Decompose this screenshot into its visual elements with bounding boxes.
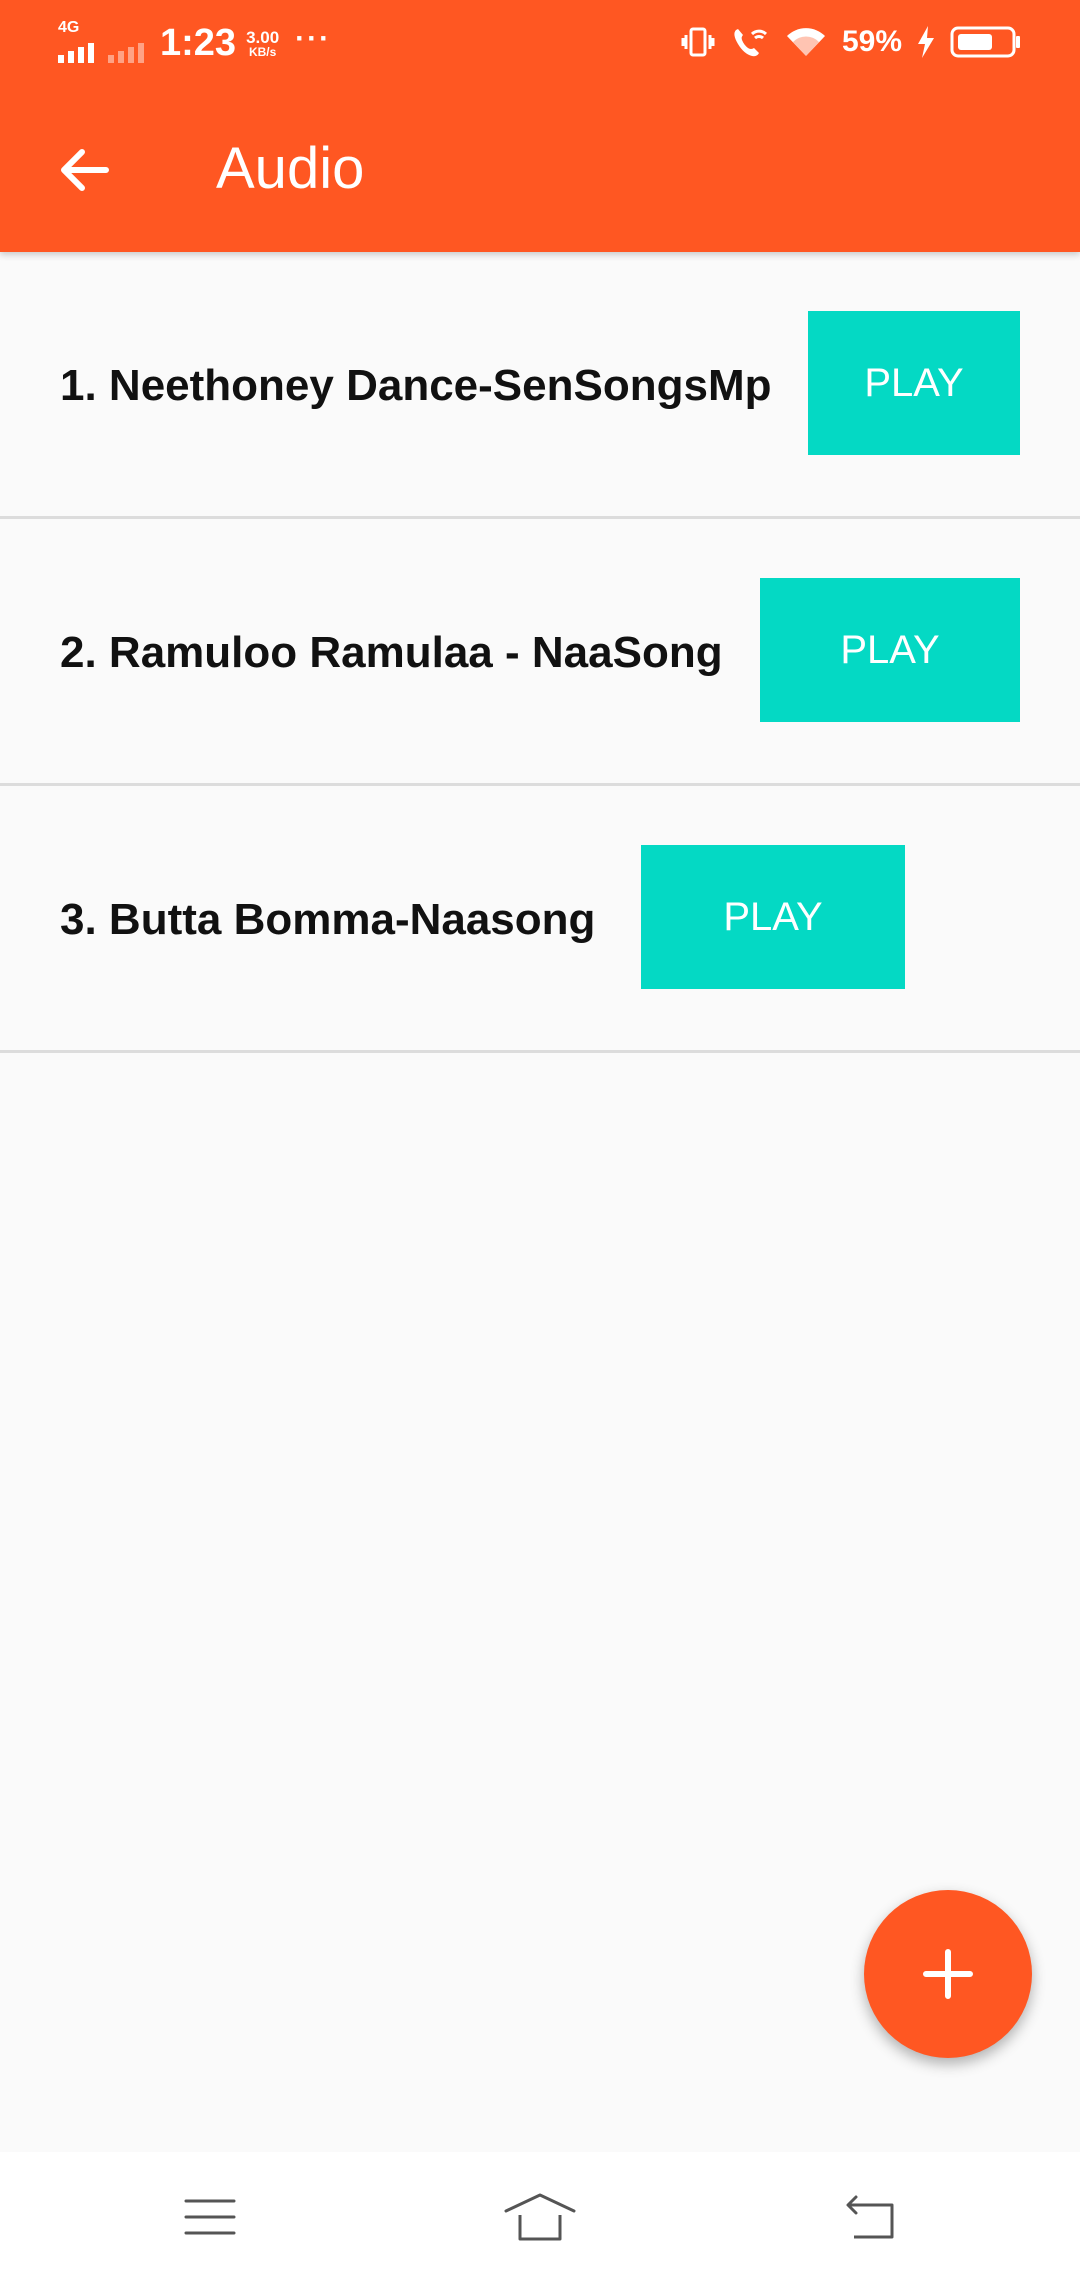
vibrate-icon — [681, 27, 715, 57]
network-speed-unit: KB/s — [248, 45, 277, 59]
signal-icon — [58, 43, 94, 63]
track-title: 1. Neethoney Dance-SenSongsMp — [60, 361, 772, 410]
battery-percent: 59% — [841, 25, 902, 58]
back-icon — [846, 2195, 894, 2239]
arrow-left-icon — [61, 149, 109, 191]
network-speed: 3.00 KB/s — [246, 28, 280, 59]
track-row: 1. Neethoney Dance-SenSongsMp PLAY — [0, 252, 1080, 519]
status-left: 4G 1:23 3.00 KB/s ··· — [58, 18, 331, 68]
nav-back-button[interactable] — [820, 2182, 920, 2252]
track-title: 2. Ramuloo Ramulaa - NaaSong — [60, 628, 723, 677]
network-speed-value: 3.00 — [246, 28, 280, 47]
track-title: 3. Butta Bomma-Naasong — [60, 895, 596, 944]
network-type-label: 4G — [58, 19, 80, 36]
home-icon — [504, 2193, 576, 2241]
toolbar: Audio — [0, 84, 1080, 252]
nav-home-button[interactable] — [490, 2182, 590, 2252]
track-list: 1. Neethoney Dance-SenSongsMp PLAY 2. Ra… — [0, 252, 1080, 1053]
play-button[interactable]: PLAY — [808, 311, 1020, 455]
page-title: Audio — [216, 136, 365, 201]
battery-icon — [950, 26, 1020, 58]
plus-icon — [923, 1949, 973, 1999]
back-button[interactable] — [42, 128, 126, 212]
status-time: 1:23 — [160, 22, 237, 64]
status-bar: 4G 1:23 3.00 KB/s ··· 59% — [0, 0, 1080, 84]
track-row: 3. Butta Bomma-Naasong PLAY — [0, 786, 1080, 1053]
play-button[interactable]: PLAY — [641, 845, 905, 989]
charging-icon — [918, 26, 934, 58]
track-row: 2. Ramuloo Ramulaa - NaaSong PLAY — [0, 519, 1080, 786]
wifi-icon — [786, 28, 825, 56]
menu-icon — [184, 2199, 236, 2235]
play-button[interactable]: PLAY — [760, 578, 1020, 722]
app-header: 4G 1:23 3.00 KB/s ··· 59% Audio — [0, 0, 1080, 252]
status-right: 59% — [680, 20, 1022, 64]
nav-menu-button[interactable] — [160, 2182, 260, 2252]
add-button[interactable] — [864, 1890, 1032, 2058]
more-notifications-icon: ··· — [295, 22, 332, 55]
signal-2-icon — [108, 43, 144, 63]
wifi-calling-icon — [734, 29, 768, 57]
system-nav-bar — [0, 2152, 1080, 2280]
